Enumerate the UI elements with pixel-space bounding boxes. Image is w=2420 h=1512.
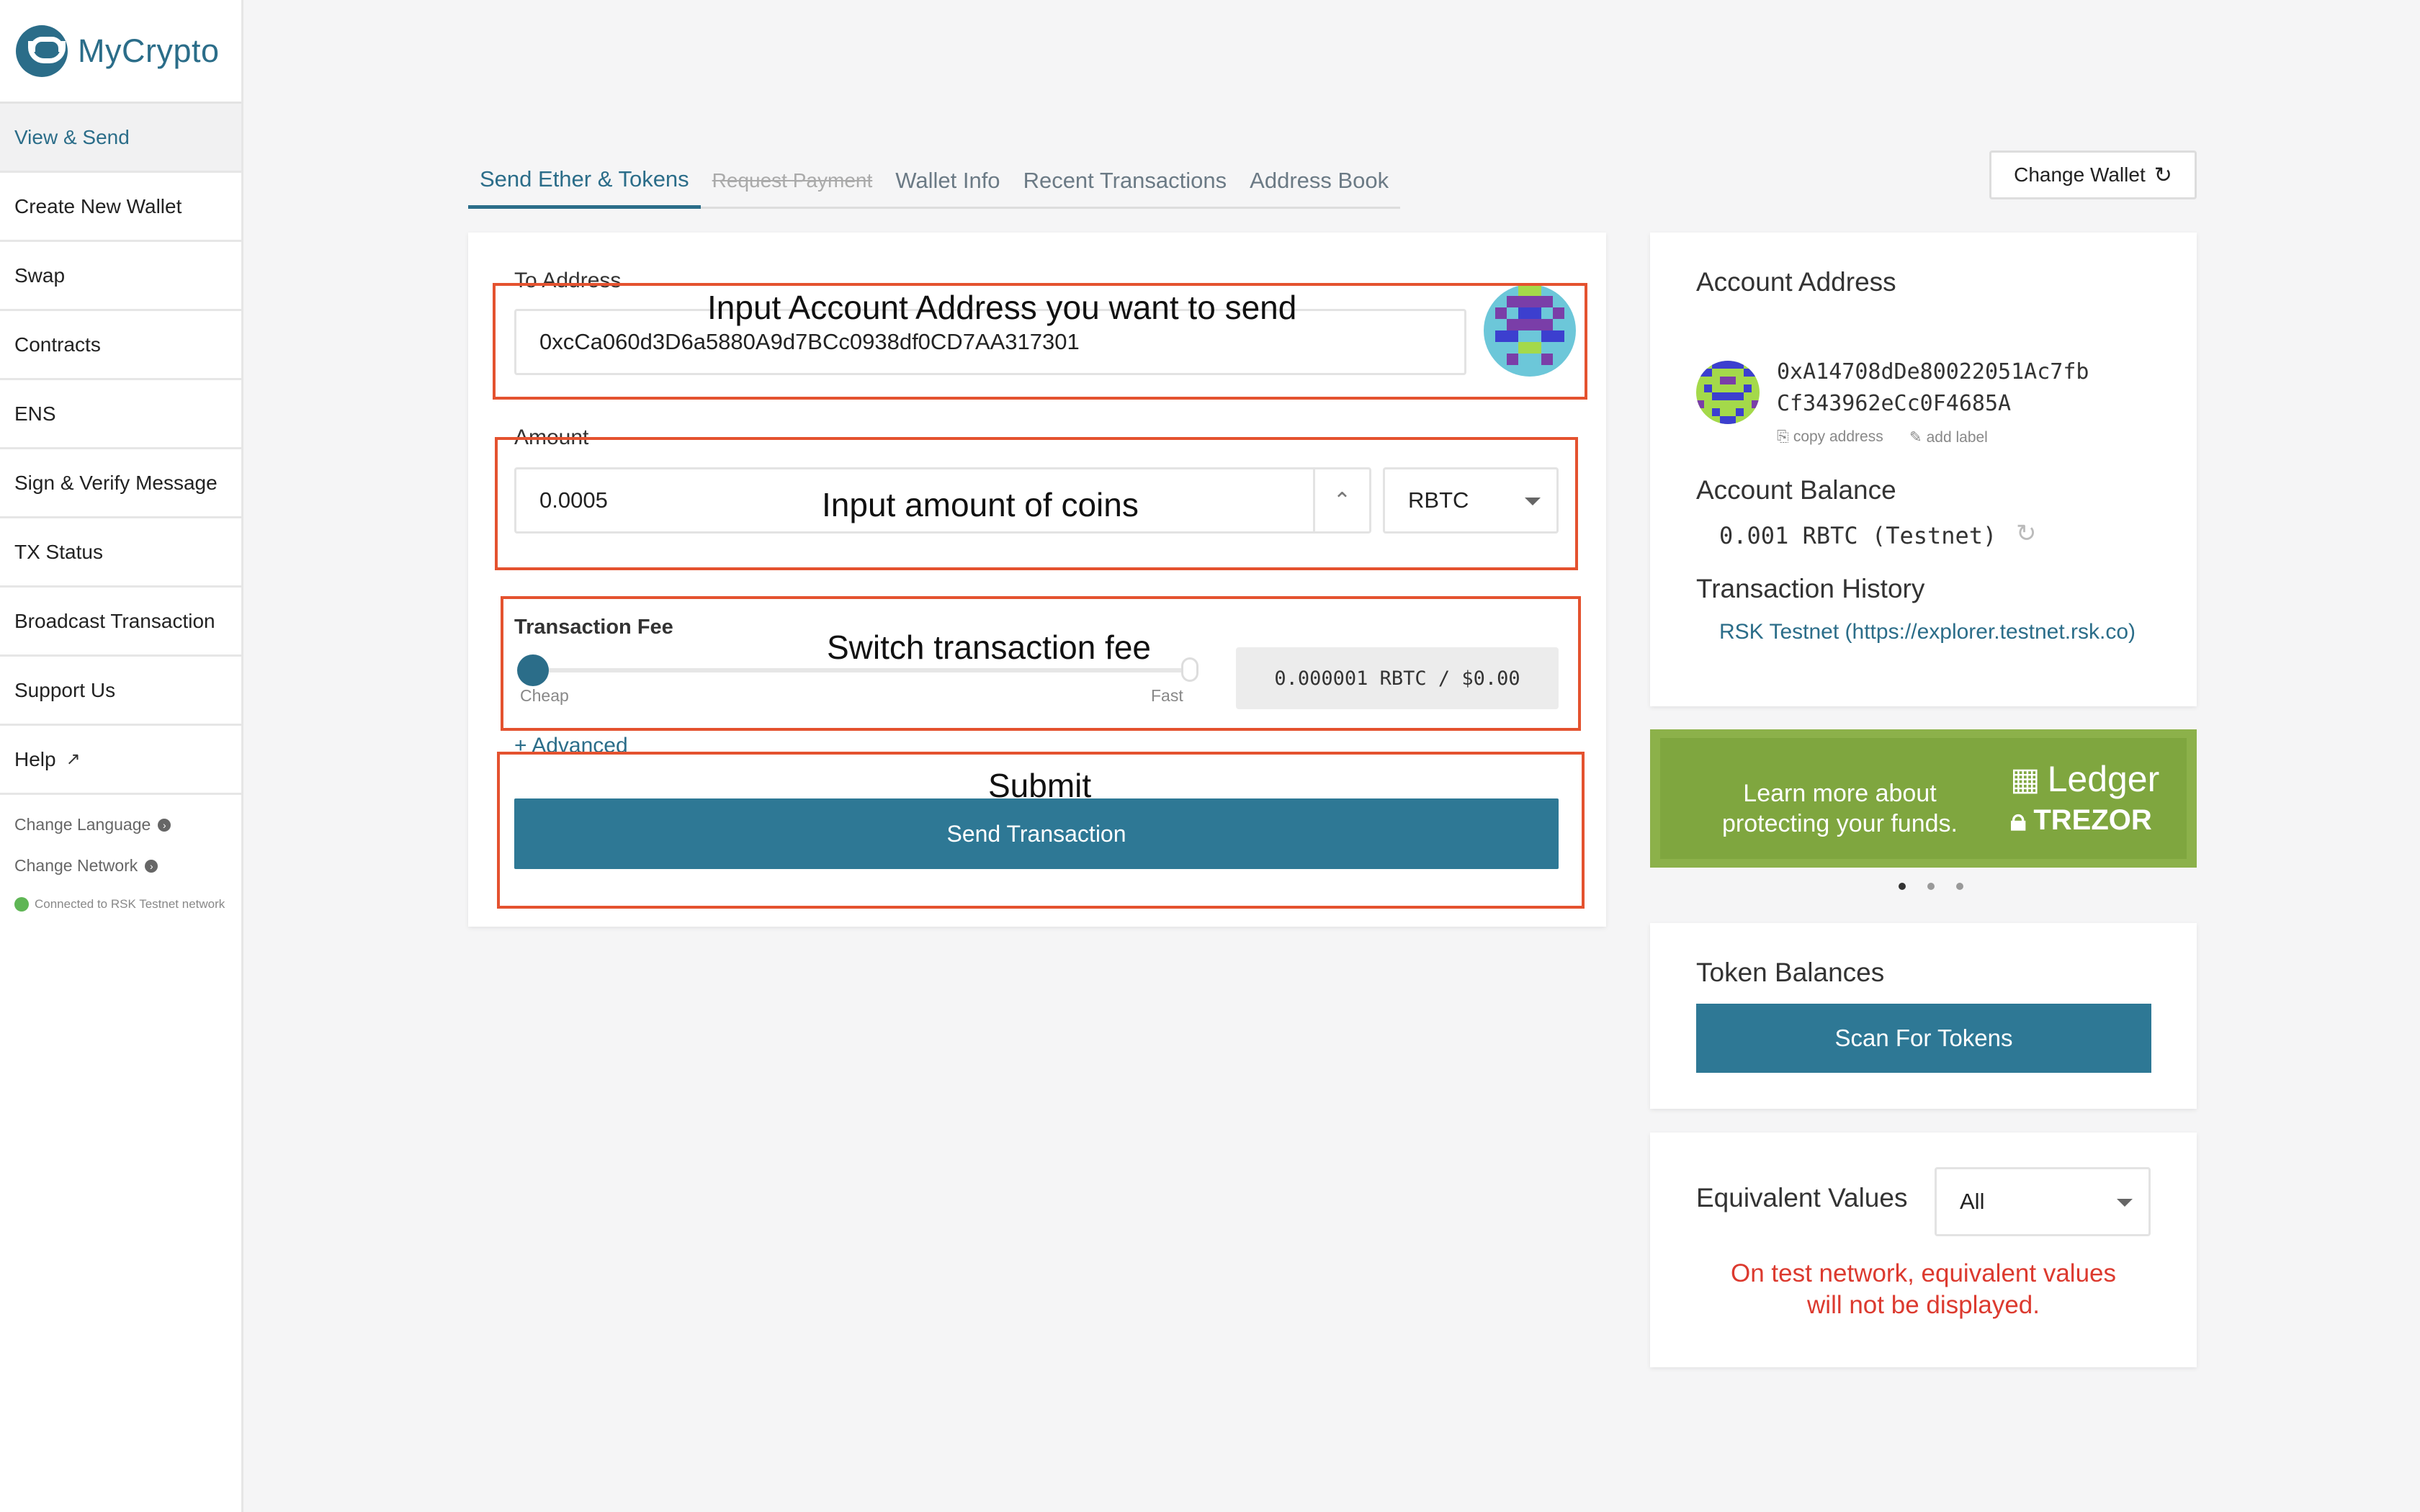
- sidebar-item-label: Broadcast Transaction: [14, 609, 215, 632]
- carousel-dot[interactable]: [1956, 883, 1963, 890]
- annotation-address: Input Account Address you want to send: [707, 289, 1297, 326]
- refresh-balance-icon[interactable]: ↻: [2016, 519, 2037, 548]
- sidebar-item-label: View & Send: [14, 125, 130, 148]
- sidebar-item-ens[interactable]: ENS: [0, 380, 241, 449]
- equivalent-values-select[interactable]: All: [1935, 1167, 2151, 1236]
- equivalent-values-title: Equivalent Values: [1696, 1183, 1908, 1212]
- chevron-down-icon: [2117, 1199, 2133, 1207]
- external-link-icon: ↗: [66, 750, 81, 769]
- explorer-link[interactable]: RSK Testnet (https://explorer.testnet.rs…: [1719, 620, 2136, 644]
- tab-recent-transactions[interactable]: Recent Transactions: [1012, 153, 1239, 209]
- sidebar-item-label: Support Us: [14, 678, 116, 701]
- warning-line1: On test network, equivalent values: [1730, 1259, 2116, 1287]
- account-balance-value: 0.001 RBTC (Testnet): [1719, 522, 1997, 549]
- test-network-warning: On test network, equivalent values will …: [1650, 1258, 2197, 1321]
- sidebar-item-label: Create New Wallet: [14, 194, 182, 217]
- carousel-dot[interactable]: [1899, 883, 1906, 890]
- sidebar-item-sign-verify[interactable]: Sign & Verify Message: [0, 449, 241, 518]
- ad-text-line2: protecting your funds.: [1722, 810, 1958, 837]
- account-identicon: [1696, 361, 1760, 424]
- ad-text: Learn more about protecting your funds.: [1722, 778, 1958, 839]
- token-balances-panel: Token Balances Scan For Tokens: [1650, 923, 2197, 1109]
- arrow-right-circle-icon: ›: [145, 859, 158, 873]
- trezor-label: TREZOR: [2033, 804, 2152, 836]
- copy-icon: ⎘: [1777, 428, 1789, 445]
- equivalent-values-panel: Equivalent Values All On test network, e…: [1650, 1133, 2197, 1367]
- sidebar-item-support[interactable]: Support Us: [0, 657, 241, 726]
- ledger-brand: ▦ Ledger: [2010, 758, 2159, 800]
- add-label-link[interactable]: ✎ add label: [1909, 428, 1988, 446]
- carousel-dots: [1888, 883, 1974, 890]
- change-wallet-button[interactable]: Change Wallet ↻: [1989, 150, 2197, 199]
- sidebar-item-label: Help: [14, 747, 56, 770]
- sidebar-item-create-wallet[interactable]: Create New Wallet: [0, 173, 241, 242]
- sidebar-item-tx-status[interactable]: TX Status: [0, 518, 241, 588]
- warning-line2: will not be displayed.: [1807, 1291, 2040, 1319]
- network-status-text: Connected to RSK Testnet network: [35, 897, 225, 911]
- sidebar-item-label: TX Status: [14, 540, 103, 563]
- logo[interactable]: MyCrypto: [0, 0, 241, 104]
- ledger-label: Ledger: [2047, 759, 2160, 799]
- sidebar-item-label: Contracts: [14, 333, 101, 356]
- add-label-label: add label: [1926, 428, 1988, 446]
- tab-send[interactable]: Send Ether & Tokens: [468, 153, 701, 209]
- tab-bar: Send Ether & Tokens Request Payment Wall…: [468, 153, 1401, 209]
- trezor-brand: 🔒︎ TREZOR: [2010, 803, 2152, 838]
- annotation-submit: Submit: [988, 767, 1092, 804]
- ad-background: Learn more about protecting your funds. …: [1660, 738, 2187, 859]
- tab-address-book[interactable]: Address Book: [1238, 153, 1400, 209]
- tab-request-payment: Request Payment: [712, 169, 873, 192]
- network-status: Connected to RSK Testnet network: [14, 897, 241, 912]
- transaction-history-title: Transaction History: [1696, 574, 1925, 603]
- scan-tokens-button[interactable]: Scan For Tokens: [1696, 1004, 2151, 1073]
- sidebar-item-contracts[interactable]: Contracts: [0, 311, 241, 380]
- account-address-line2: Cf343962eCc0F4685A: [1777, 391, 2012, 416]
- pencil-icon: ✎: [1909, 429, 1922, 446]
- sidebar: MyCrypto View & Send Create New Wallet S…: [0, 0, 243, 1512]
- sidebar-item-view-send[interactable]: View & Send: [0, 104, 241, 173]
- account-balance-title: Account Balance: [1696, 475, 1896, 505]
- sidebar-footer: Change Language › Change Network › Conne…: [0, 795, 241, 912]
- change-language-link[interactable]: Change Language ›: [14, 815, 241, 834]
- change-network-label: Change Network: [14, 856, 138, 875]
- sidebar-item-broadcast[interactable]: Broadcast Transaction: [0, 588, 241, 657]
- copy-address-link[interactable]: ⎘ copy address: [1777, 428, 1883, 446]
- account-address-title: Account Address: [1696, 267, 1896, 297]
- change-language-label: Change Language: [14, 815, 151, 834]
- change-wallet-label: Change Wallet: [2014, 163, 2146, 186]
- annotation-amount: Input amount of coins: [822, 486, 1139, 523]
- hardware-wallet-ad[interactable]: Learn more about protecting your funds. …: [1650, 729, 2197, 868]
- sidebar-item-swap[interactable]: Swap: [0, 242, 241, 311]
- account-address-line1: 0xA14708dDe80022051Ac7fb: [1777, 359, 2089, 384]
- mycrypto-logo-icon: [16, 24, 68, 77]
- refresh-icon: ↻: [2154, 163, 2172, 187]
- tab-wallet-info[interactable]: Wallet Info: [884, 153, 1011, 209]
- sidebar-item-label: Swap: [14, 264, 66, 287]
- token-balances-title: Token Balances: [1696, 958, 1885, 987]
- equivalent-values-selected: All: [1960, 1189, 1985, 1214]
- arrow-right-circle-icon: ›: [158, 818, 171, 832]
- annotation-fee: Switch transaction fee: [827, 629, 1152, 666]
- copy-address-label: copy address: [1793, 428, 1883, 445]
- lock-icon: 🔒︎: [2010, 803, 2027, 837]
- sidebar-item-label: ENS: [14, 402, 56, 425]
- app-name: MyCrypto: [78, 32, 220, 69]
- account-panel: Account Address 0xA14708dDe80022051Ac7fb…: [1650, 233, 2197, 706]
- carousel-dot[interactable]: [1927, 883, 1935, 890]
- change-network-link[interactable]: Change Network ›: [14, 856, 241, 876]
- sidebar-item-label: Sign & Verify Message: [14, 471, 218, 494]
- sidebar-item-help[interactable]: Help ↗: [0, 726, 241, 795]
- status-dot-icon: [14, 897, 29, 912]
- ledger-logo-icon: ▦: [2010, 761, 2040, 797]
- ad-text-line1: Learn more about: [1743, 780, 1937, 807]
